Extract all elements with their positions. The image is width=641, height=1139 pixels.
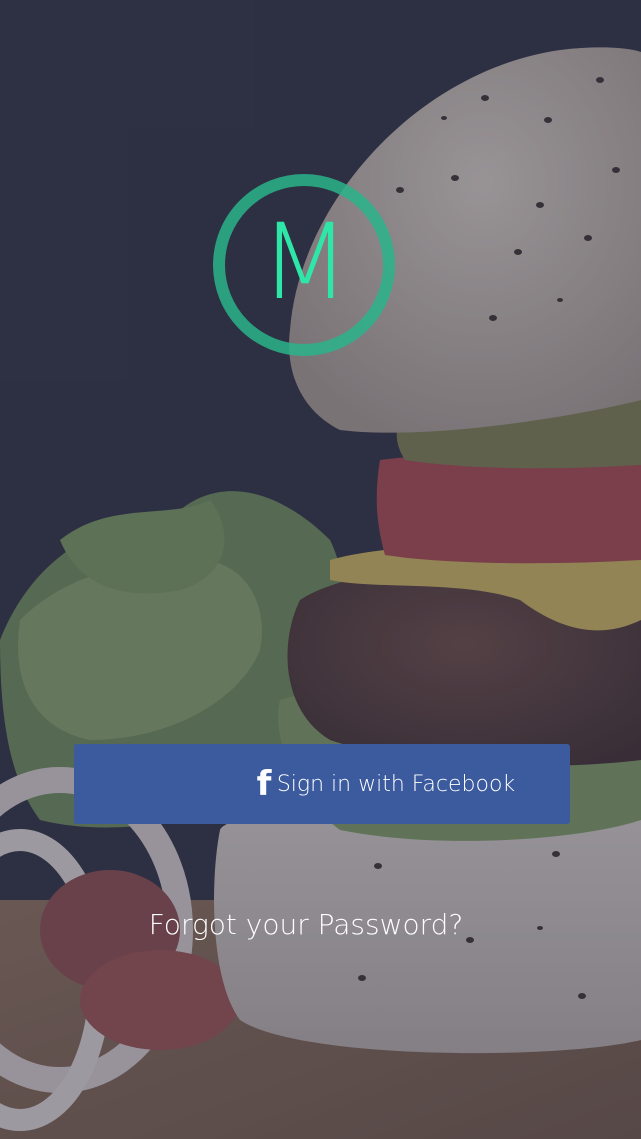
facebook-signin-label: Sign in with Facebook <box>276 771 516 797</box>
login-screen: M f Sign in with Facebook Forgot your Pa… <box>0 0 641 1139</box>
app-logo: M <box>210 171 398 359</box>
facebook-signin-button[interactable]: f Sign in with Facebook <box>74 744 570 824</box>
logo-letter: M <box>260 201 350 323</box>
forgot-password-link[interactable]: Forgot your Password? <box>0 896 612 952</box>
